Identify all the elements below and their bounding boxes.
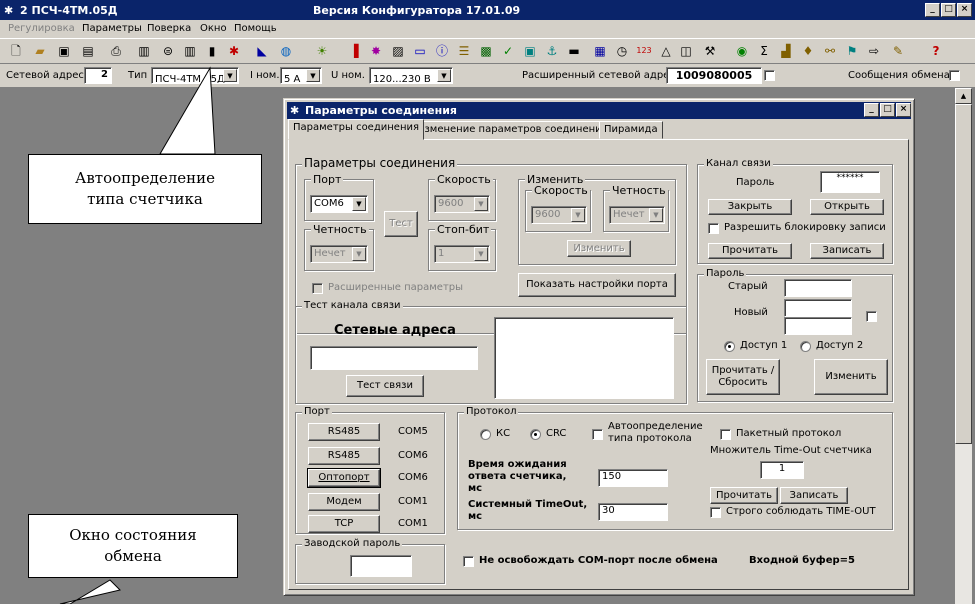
callout-auto-detect-pointer xyxy=(159,66,216,155)
callout-exchange-window: Окно состояния обмена xyxy=(28,514,238,578)
callout-exchange-pointer xyxy=(59,579,121,604)
tab-connection-params[interactable]: Параметры соединения xyxy=(288,119,424,140)
callout-auto-detect: Автоопределение типа счетчика xyxy=(28,154,262,224)
